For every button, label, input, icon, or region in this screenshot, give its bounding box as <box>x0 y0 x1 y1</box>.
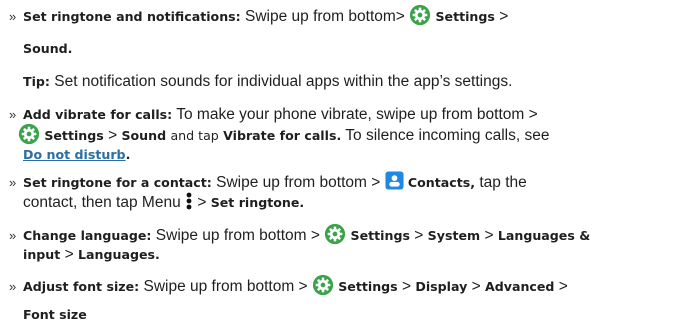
settings-label: Settings <box>338 279 398 295</box>
separator: > <box>558 278 568 296</box>
separator: > <box>471 278 481 296</box>
languages-label: Languages. <box>77 247 160 262</box>
tip: Tip: Set notification sounds for individ… <box>23 72 512 92</box>
instruction-text: Swipe up from bottom> <box>245 8 405 26</box>
settings-label: Settings <box>435 9 495 25</box>
input-label: input <box>23 247 61 262</box>
item-contact-ringtone: » Set ringtone for a contact: Swipe up fr… <box>0 171 527 193</box>
vibrate-label: Vibrate for calls. <box>223 128 342 144</box>
bullet: » <box>9 279 17 295</box>
sound-label: Sound. <box>23 41 73 56</box>
separator: > <box>414 227 424 245</box>
item-title: Add vibrate for calls: <box>23 107 173 122</box>
item-vibrate-line2: Settings > Sound and tap Vibrate for cal… <box>18 125 549 147</box>
instruction-text: Swipe up from bottom > <box>216 174 381 191</box>
item-font-size: » Adjust font size: Swipe up from bottom … <box>0 276 568 298</box>
separator: > <box>484 227 494 245</box>
item-language-line2: input > Languages. <box>23 245 160 265</box>
silence-text: To silence incoming calls, see <box>345 127 550 145</box>
item-ringtone-notifications: » Set ringtone and notifications: Swipe u… <box>0 6 508 28</box>
display-label: Display <box>415 279 468 295</box>
item-contact-line2: contact, then tap Menu > Set ringtone. <box>23 192 305 213</box>
tip-label: Tip: <box>23 74 50 89</box>
settings-icon <box>312 274 334 296</box>
do-not-disturb-link[interactable]: Do not disturb <box>23 147 126 162</box>
sound-label: Sound <box>121 128 167 144</box>
period: . <box>125 147 131 162</box>
contacts-icon <box>385 171 404 190</box>
languages-input-label: Languages & <box>497 228 591 244</box>
item-ringtone-continuation: Sound. <box>23 39 72 59</box>
bullet: » <box>9 228 17 244</box>
menu-icon <box>186 192 192 210</box>
instruction-text-3: contact, then tap Menu <box>23 194 181 212</box>
instruction-text: Swipe up from bottom > <box>155 227 320 245</box>
item-title: Adjust font size: <box>23 279 140 295</box>
settings-label: Settings <box>350 228 410 244</box>
item-title: Change language: <box>23 228 152 244</box>
instruction-text-2: tap the <box>479 174 527 191</box>
bullet: » <box>9 175 17 190</box>
advanced-label: Advanced <box>484 279 555 295</box>
contacts-label: Contacts, <box>407 175 476 190</box>
item-title: Set ringtone and notifications: <box>23 9 241 25</box>
settings-label: Settings <box>44 128 104 144</box>
separator: > <box>64 246 74 263</box>
instruction-text: Swipe up from bottom > <box>143 278 308 296</box>
set-ringtone-label: Set ringtone. <box>210 195 305 211</box>
separator: > <box>402 278 412 296</box>
separator: > <box>108 127 118 145</box>
font-size-label: Font size <box>23 307 87 322</box>
bullet: » <box>9 9 17 25</box>
settings-icon <box>409 4 431 26</box>
item-change-language: » Change language: Swipe up from bottom >… <box>0 225 590 247</box>
item-font-size-line2: Font size <box>23 305 87 325</box>
separator: > <box>499 8 509 26</box>
system-label: System <box>427 228 481 244</box>
and-tap-text: and tap <box>170 128 219 144</box>
settings-icon <box>18 123 40 145</box>
item-vibrate: » Add vibrate for calls: To make your pho… <box>0 105 538 125</box>
instruction-text: To make your phone vibrate, swipe up fro… <box>176 106 538 123</box>
item-vibrate-line3: Do not disturb. <box>23 145 130 165</box>
item-title: Set ringtone for a contact: <box>23 175 212 190</box>
settings-icon <box>324 223 346 245</box>
tip-text: Set notification sounds for individual a… <box>54 73 513 90</box>
separator: > <box>197 194 207 212</box>
bullet: » <box>9 107 17 122</box>
